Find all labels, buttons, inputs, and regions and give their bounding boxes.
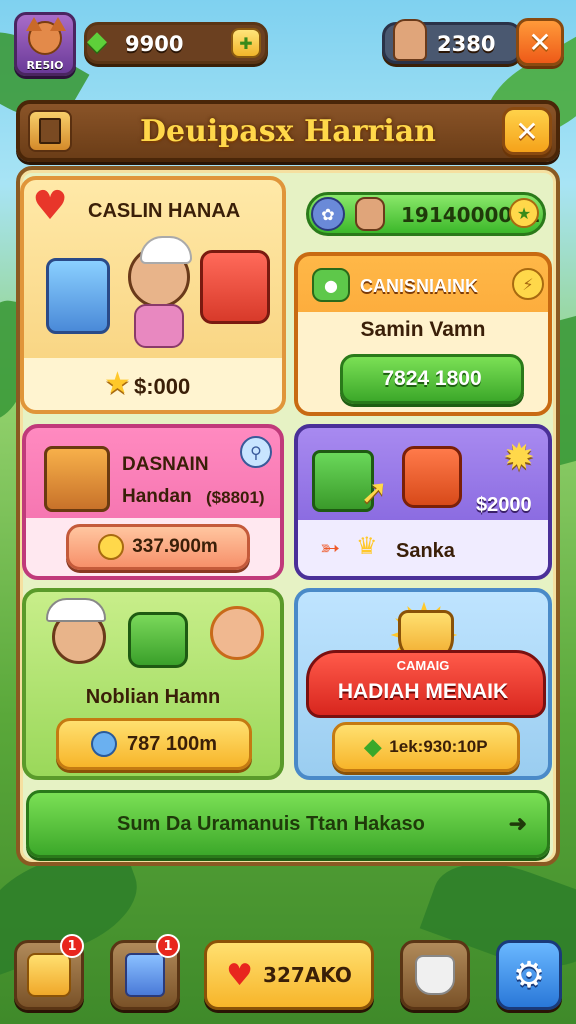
coin-icon bbox=[98, 534, 125, 560]
gems-value: 9900 bbox=[125, 32, 184, 56]
search-icon: ⚲ bbox=[240, 436, 272, 468]
footer-banner-text: Sum Da Uramanuis Ttan Hakaso bbox=[117, 812, 425, 835]
add-gems-button[interactable]: ✚ bbox=[231, 28, 261, 58]
crown-icon: ♛ bbox=[356, 532, 378, 560]
card-1-price: $:000 bbox=[134, 374, 191, 399]
notification-badge: 1 bbox=[60, 934, 84, 958]
card-1-title: CASLIN HANAA bbox=[88, 200, 241, 222]
fox-ear-icon bbox=[26, 17, 42, 31]
shop-card-5[interactable]: Noblian Hamn 787 100m bbox=[22, 588, 284, 780]
shop-card-3[interactable]: DASNAIN Handan ($8801) ⚲ 337.900m bbox=[22, 424, 284, 580]
lives-value: 327AKO bbox=[263, 963, 352, 987]
food-cart-icon bbox=[200, 250, 270, 324]
player-avatar[interactable]: RE5IO bbox=[14, 12, 76, 76]
footer-banner-button[interactable]: Sum Da Uramanuis Ttan Hakaso ➜ bbox=[26, 790, 550, 858]
card-4-footer-label: Sanka bbox=[396, 540, 455, 562]
card-6-title: HADIAH MENAIK bbox=[337, 680, 509, 703]
card-2-title: CANISNIAINK bbox=[360, 276, 479, 296]
title-bar: Deuipasx Harrian ✕ bbox=[16, 100, 560, 162]
progress-pill: ✿ 1914000061 ★ bbox=[306, 192, 546, 236]
close-panel-button[interactable]: ✕ bbox=[502, 107, 552, 155]
gems-counter: ◆ 9900 ✚ bbox=[84, 22, 268, 64]
claim-button-6[interactable]: ◆ 1ek:930:10P bbox=[332, 722, 520, 772]
close-icon[interactable]: ✕ bbox=[516, 18, 564, 66]
bag-icon bbox=[415, 955, 455, 995]
coin-icon: ⚡ bbox=[512, 268, 544, 300]
card-3-subtitle: Handan bbox=[122, 486, 192, 507]
card-6-pretitle: CAMAIG bbox=[396, 658, 450, 673]
gear-icon: ⚙ bbox=[512, 954, 546, 996]
claim-button-6-label: 1ek:930:10P bbox=[389, 737, 488, 756]
mini-avatar bbox=[355, 197, 385, 231]
heart-icon: ♥ bbox=[226, 957, 254, 993]
shop-card-6[interactable]: ✹ CAMAIG HADIAH MENAIK ◆ 1ek:930:10P bbox=[294, 588, 552, 780]
star-badge-icon: ★ bbox=[509, 198, 539, 228]
chef-hat-icon bbox=[140, 236, 192, 264]
arrow-icon: ➚ bbox=[360, 472, 389, 512]
page-title: Deuipasx Harrian bbox=[140, 113, 436, 149]
card-3-price-tag: ($8801) bbox=[206, 488, 265, 507]
card-2-subtitle: Samin Vamn bbox=[360, 318, 486, 341]
magnifier-icon bbox=[90, 731, 117, 757]
settings-button[interactable]: ⚙ bbox=[496, 940, 562, 1010]
buy-button-2[interactable]: 7824 1800 bbox=[340, 354, 524, 404]
arcade-machine-icon bbox=[46, 258, 110, 334]
buy-button-5[interactable]: 787 100m bbox=[56, 718, 252, 770]
lives-counter[interactable]: ♥ 327AKO bbox=[204, 940, 374, 1010]
shop-card-1[interactable]: ♥ CASLIN HANAA ★ $:000 bbox=[20, 176, 286, 414]
kid-body bbox=[134, 304, 184, 348]
star-icon: ★ bbox=[104, 366, 131, 401]
shop-bag-button[interactable] bbox=[400, 940, 470, 1010]
card-3-title: DASNAIN bbox=[122, 454, 209, 475]
gear-star-icon: ✹ bbox=[503, 435, 535, 479]
buy-button-3[interactable]: 337.900m bbox=[66, 524, 250, 570]
gem-icon: ◆ bbox=[87, 26, 107, 56]
flame-icon: ➳ bbox=[320, 534, 341, 562]
fox-ear-icon bbox=[50, 17, 66, 31]
rival-score: 2380 bbox=[382, 19, 522, 64]
toy-car-icon bbox=[402, 446, 462, 508]
rival-avatar bbox=[393, 19, 427, 61]
notification-badge: 1 bbox=[156, 934, 180, 958]
heart-icon: ♥ bbox=[32, 183, 68, 229]
rival-score-value: 2380 bbox=[437, 32, 496, 56]
treasure-icon bbox=[27, 953, 71, 997]
card-5-title: Noblian Hamn bbox=[85, 686, 221, 708]
controller-icon: ● bbox=[312, 268, 350, 302]
shop-card-2[interactable]: ● CANISNIAINK ⚡ Samin Vamn 7824 1800 bbox=[294, 252, 552, 416]
arrow-right-icon: ➜ bbox=[508, 811, 527, 836]
robot-icon bbox=[128, 612, 188, 668]
cap-icon bbox=[46, 598, 106, 622]
kid-character-2 bbox=[210, 606, 264, 660]
buy-button-3-label: 337.900m bbox=[132, 536, 218, 557]
cabinet-icon bbox=[125, 953, 165, 997]
shop-card-4[interactable]: ➚ ✹ $2000 ➳ ♛ Sanka bbox=[294, 424, 552, 580]
avatar-label: RE5IO bbox=[26, 59, 64, 72]
buy-button-5-label: 787 100m bbox=[126, 732, 218, 755]
paw-icon: ✿ bbox=[311, 197, 345, 231]
card-4-price: $2000 bbox=[476, 494, 532, 516]
book-icon bbox=[28, 110, 72, 152]
treasure-chest-icon bbox=[44, 446, 110, 512]
gem-icon: ◆ bbox=[364, 734, 382, 759]
